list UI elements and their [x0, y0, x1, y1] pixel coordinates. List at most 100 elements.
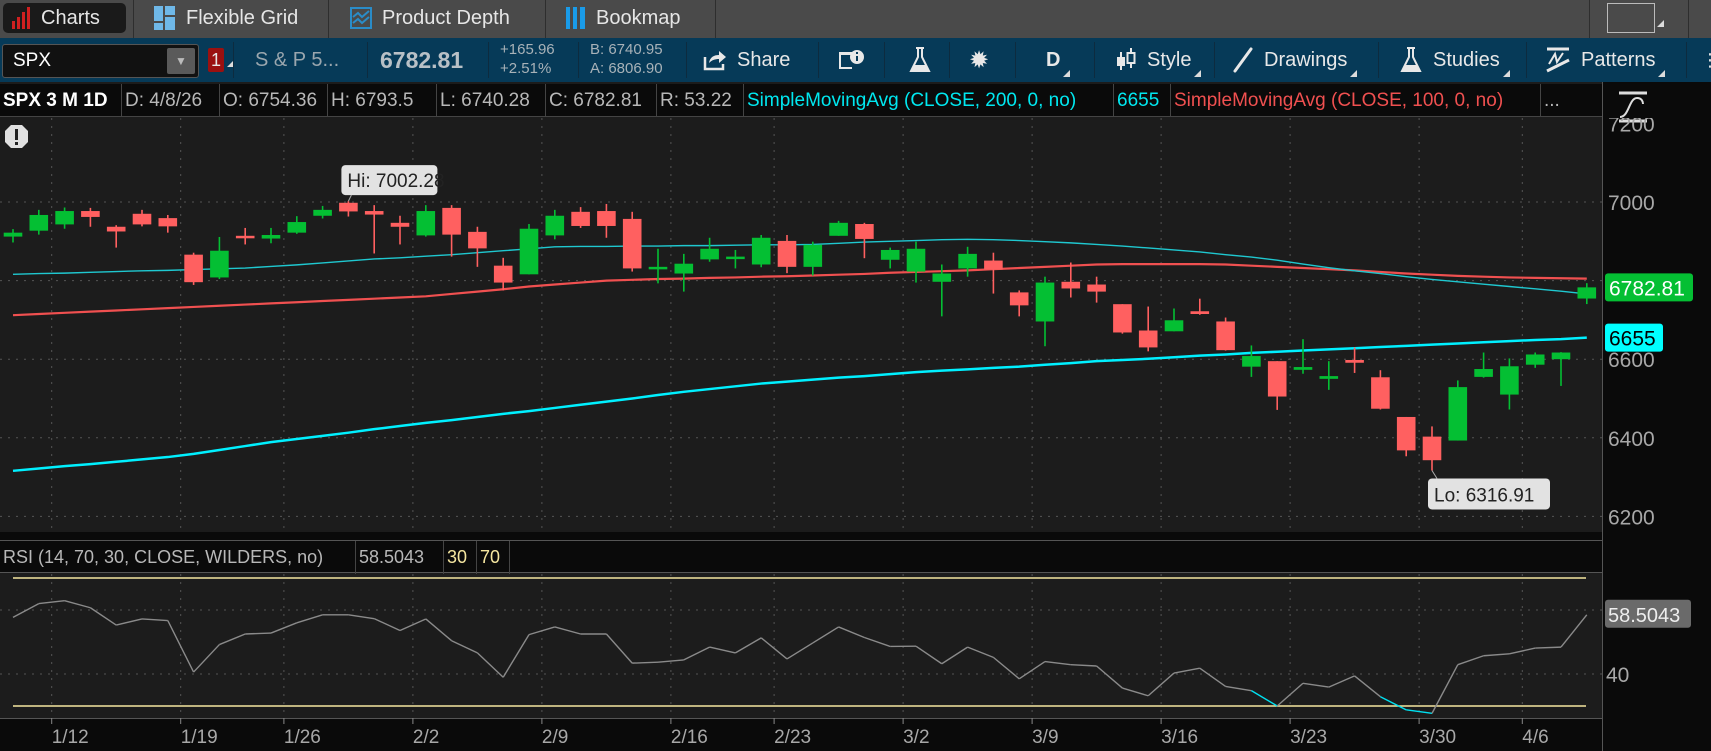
- candle-body: [261, 235, 281, 239]
- moving-average-line: [12, 238, 1587, 295]
- aggregation-button[interactable]: D: [1046, 38, 1072, 82]
- candle-body: [1061, 281, 1081, 289]
- candle: [210, 236, 229, 280]
- candle: [1319, 361, 1339, 390]
- candle: [1293, 339, 1313, 374]
- candle: [390, 215, 410, 245]
- candle: [3, 229, 23, 243]
- link-badge[interactable]: 1: [208, 48, 234, 72]
- rsi-line-segment: [38, 600, 65, 605]
- candle-body: [3, 232, 23, 237]
- rsi-line-segment: [245, 632, 272, 635]
- candle-body: [984, 260, 1003, 270]
- rsi-line-segment: [167, 620, 195, 673]
- line-drawing-icon: [1233, 47, 1253, 73]
- candle: [1087, 276, 1106, 303]
- sma100-label[interactable]: SimpleMovingAvg (CLOSE, 100, 0, no): [1171, 84, 1541, 117]
- candle: [1242, 345, 1261, 377]
- more-studies[interactable]: ...: [1541, 84, 1602, 117]
- lab-button[interactable]: [908, 38, 932, 82]
- studies-button[interactable]: Studies: [1399, 38, 1510, 82]
- candle: [674, 253, 694, 292]
- patterns-icon: [1546, 47, 1570, 73]
- style-button[interactable]: Style: [1115, 38, 1203, 82]
- candle-body: [442, 207, 461, 235]
- gear-icon: ✹: [969, 46, 990, 74]
- ask-value: A: 6806.90: [590, 60, 663, 77]
- date-tick-label: 3/9: [1032, 727, 1058, 748]
- depth-chart-icon: [350, 7, 372, 29]
- date-tick-label: 1/12: [52, 727, 89, 748]
- company-info-icon: [839, 50, 864, 69]
- rsi-line-segment: [1328, 675, 1355, 688]
- rsi-line-segment: [1251, 690, 1278, 707]
- sma200-label[interactable]: SimpleMovingAvg (CLOSE, 200, 0, no): [744, 84, 1114, 117]
- candle-body: [339, 202, 358, 212]
- info-button[interactable]: [838, 38, 866, 82]
- drawings-button[interactable]: Drawings: [1232, 38, 1358, 82]
- rsi-line-segment: [399, 618, 427, 632]
- annotations: Hi: 7002.28 Lo: 6316.91: [341, 165, 1550, 510]
- rsi-line-segment: [1225, 685, 1252, 692]
- candle: [829, 220, 848, 236]
- candle-body: [1474, 369, 1493, 377]
- candle: [1009, 290, 1029, 317]
- low-callout-label: Lo: 6316.91: [1434, 485, 1534, 506]
- rsi-line-segment: [1070, 664, 1097, 667]
- rsi-line-segment: [1535, 646, 1562, 649]
- last-price: 6782.81: [380, 46, 464, 73]
- patterns-button[interactable]: Patterns: [1545, 38, 1667, 82]
- candle: [700, 237, 719, 262]
- candle-body: [855, 224, 874, 239]
- candle: [29, 209, 49, 235]
- bar-chart-icon: [12, 7, 30, 29]
- candle-body: [700, 248, 719, 260]
- drawings-label: Drawings: [1264, 48, 1348, 71]
- candle: [261, 227, 281, 244]
- rsi-tick-label: 40: [1606, 664, 1629, 687]
- candles: [3, 201, 1597, 471]
- price-chart[interactable]: 7200700068006600640062001/121/191/262/22…: [0, 118, 1711, 751]
- candle: [726, 249, 745, 269]
- more-options-icon[interactable]: ⋮: [1701, 38, 1711, 82]
- candle-body: [1551, 352, 1571, 360]
- rsi-line-segment: [786, 642, 814, 660]
- candle-body: [1035, 282, 1055, 322]
- candle: [1345, 347, 1364, 373]
- settings-button[interactable]: ✹: [969, 38, 989, 82]
- rsi-line-segment: [141, 618, 168, 622]
- candle-body: [81, 211, 100, 217]
- candle: [158, 214, 178, 233]
- open-readout: O: 6754.36: [220, 84, 328, 117]
- price-tick-label: 7200: [1608, 118, 1655, 136]
- chevron-down-icon[interactable]: ▼: [167, 48, 195, 74]
- tab-label: Bookmap: [596, 6, 681, 29]
- grid-lines: [0, 118, 1602, 712]
- share-button[interactable]: Share: [703, 38, 790, 82]
- alert-icon[interactable]: [5, 125, 28, 148]
- tab-flexible-grid[interactable]: Flexible Grid: [146, 3, 306, 33]
- candle-body: [1577, 287, 1597, 299]
- candle-body: [1113, 304, 1132, 333]
- layout-button[interactable]: [1607, 3, 1664, 33]
- candle: [906, 241, 926, 283]
- tab-charts[interactable]: Charts: [3, 3, 126, 33]
- tab-label: Flexible Grid: [186, 6, 299, 29]
- date-tick-label: 3/16: [1161, 727, 1198, 748]
- axis-labels: 7200700068006600640062001/121/191/262/22…: [51, 118, 1693, 748]
- candle-body: [1500, 366, 1519, 395]
- symbol-input[interactable]: SPX ▼: [2, 44, 199, 78]
- candle-body: [622, 218, 642, 269]
- symbol-value: SPX: [13, 50, 52, 71]
- candle: [777, 235, 797, 274]
- tab-bookmap[interactable]: Bookmap: [558, 3, 689, 33]
- rsi-line-segment: [64, 600, 91, 609]
- candle: [1035, 276, 1055, 347]
- rsi-line-segment: [373, 618, 401, 632]
- net-change: +165.96 +2.51%: [500, 40, 555, 78]
- candle-body: [287, 222, 307, 233]
- candle-body: [390, 222, 410, 227]
- tab-product-depth[interactable]: Product Depth: [342, 3, 518, 33]
- rsi-line-segment: [1199, 667, 1227, 688]
- price-badge-label: 6655: [1609, 328, 1656, 351]
